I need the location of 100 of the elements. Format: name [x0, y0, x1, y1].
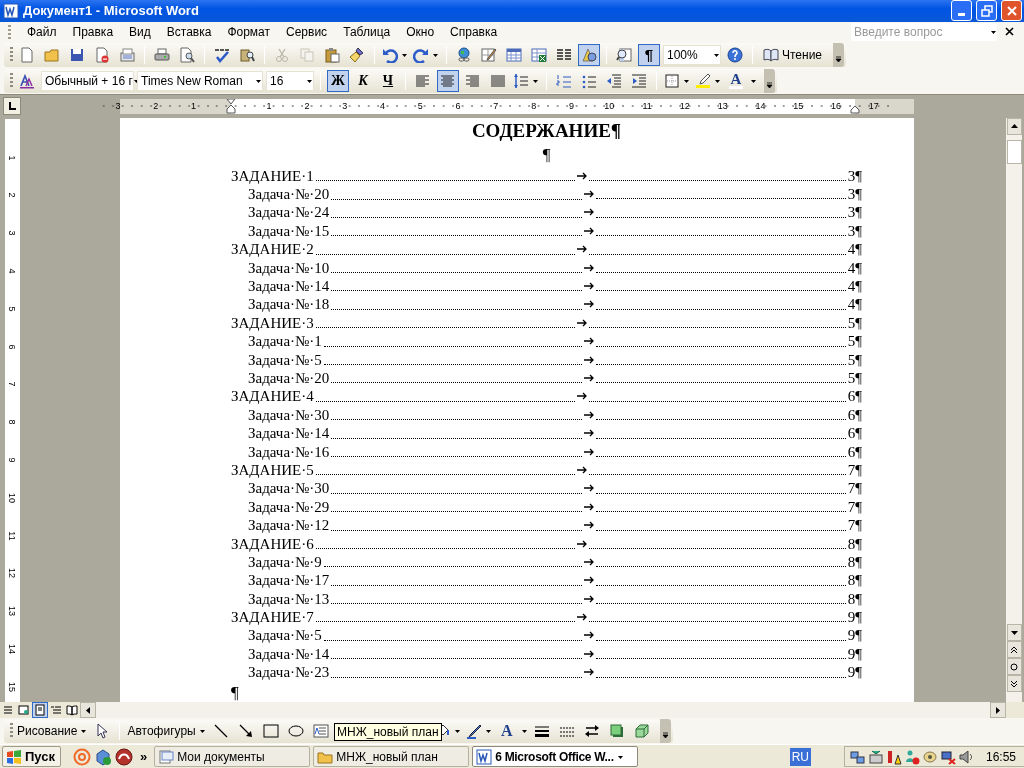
paragraph-mark: ¶: [542, 144, 551, 164]
page-number: 5¶: [847, 313, 862, 333]
page-number: 7¶: [847, 497, 862, 517]
ruler-number: 16: [830, 101, 843, 112]
underline-button[interactable]: Ч: [377, 69, 399, 92]
toc-entry[interactable]: ЗАДАНИЕ·2: [231, 240, 314, 259]
ruler-number: 3: [114, 101, 122, 112]
ruler-number: 5: [7, 306, 17, 312]
ruler-number: 11: [7, 530, 17, 541]
ruler-number: 12: [7, 568, 17, 579]
toc-entry[interactable]: ЗАДАНИЕ·7: [231, 608, 314, 627]
toc-entry[interactable]: ЗАДАНИЕ·5: [231, 460, 314, 480]
toc-entry[interactable]: Задача·№·12: [248, 516, 330, 535]
toc-entry[interactable]: ЗАДАНИЕ·3: [231, 313, 314, 333]
page-number: 6¶: [847, 387, 862, 406]
ruler-number: 5: [416, 101, 424, 112]
page-number: 9¶: [847, 663, 862, 682]
italic-button[interactable]: К: [352, 69, 374, 92]
toc-entry[interactable]: Задача·№·15: [248, 221, 330, 241]
page-number: 3¶: [847, 221, 862, 241]
menu-item[interactable]: Справка: [442, 22, 506, 41]
ruler-number: 9: [567, 101, 575, 112]
toc-entry[interactable]: Задача·№·20: [248, 185, 330, 204]
ruler-number: 2: [152, 101, 160, 112]
toc-entry[interactable]: Задача·№·14: [248, 277, 330, 296]
ruler-number: 10: [603, 101, 616, 112]
clock: 16:55: [985, 749, 1016, 764]
toc-entry[interactable]: ЗАДАНИЕ·4: [231, 387, 314, 406]
toc-entry[interactable]: Задача·№·30: [248, 479, 330, 498]
page-number: 4¶: [847, 295, 862, 314]
ruler-number: 3: [341, 101, 349, 112]
ruler-number: 7: [492, 101, 500, 112]
menu-item[interactable]: Сервис: [278, 22, 336, 41]
ruler-number: 9: [7, 457, 17, 463]
menu-item[interactable]: Таблица: [335, 22, 399, 41]
ruler-number: 1: [190, 101, 197, 112]
menu-item[interactable]: Правка: [64, 22, 122, 41]
toc-entry[interactable]: Задача·№·17: [248, 571, 330, 590]
ruler-number: 11: [641, 101, 653, 112]
start-button[interactable]: Пуск: [2, 746, 61, 768]
toc-entry[interactable]: ЗАДАНИЕ·6: [231, 534, 314, 553]
ruler-number: 4: [378, 101, 386, 112]
taskbar-button[interactable]: Мои документы: [154, 746, 311, 768]
ruler-number: 14: [7, 643, 17, 654]
more-button[interactable]: »: [140, 749, 148, 765]
ruler-number: 13: [716, 101, 729, 112]
menu-item[interactable]: Вид: [121, 22, 159, 41]
toc-entry[interactable]: Задача·№·29: [248, 497, 330, 517]
ruler-number: 12: [678, 101, 691, 112]
page-number: 4¶: [847, 277, 862, 296]
style-combo[interactable]: Обычный + 16 г: [41, 70, 134, 91]
toc-entry[interactable]: Задача·№·5: [248, 350, 322, 369]
page-number: 3¶: [847, 185, 862, 204]
page-number: 9¶: [847, 644, 862, 664]
toc-entry[interactable]: Задача·№·20: [248, 369, 330, 388]
autoshapes-menu[interactable]: Автофигуры: [126, 720, 207, 743]
page-number: 8¶: [847, 534, 862, 553]
ruler-number: 15: [792, 101, 805, 112]
formatting-marks-button[interactable]: ¶: [638, 43, 660, 66]
zoom-combo[interactable]: 100%: [663, 44, 721, 65]
toc-entry[interactable]: Задача·№·14: [248, 644, 330, 664]
menu-item[interactable]: Окно: [398, 22, 443, 41]
font-color-button[interactable]: A: [725, 69, 747, 92]
menu-item[interactable]: Файл: [19, 22, 65, 41]
ruler-number: 4: [7, 268, 17, 274]
toc-entry[interactable]: Задача·№·23: [248, 663, 330, 682]
drawing-menu[interactable]: Рисование: [16, 720, 89, 743]
taskbar-button[interactable]: 6 Microsoft Office W...: [472, 746, 639, 768]
ruler-number: 14: [754, 101, 767, 112]
page-number: 9¶: [847, 626, 862, 645]
bold-button[interactable]: Ж: [327, 69, 349, 92]
font-combo[interactable]: Times New Roman: [137, 70, 263, 91]
toc-entry[interactable]: Задача·№·1: [248, 332, 322, 351]
page-number: 6¶: [847, 405, 862, 425]
language-indicator[interactable]: RU: [789, 747, 811, 766]
menu-item[interactable]: Вставка: [158, 22, 220, 41]
page-number: 5¶: [847, 369, 862, 388]
toc-entry[interactable]: Задача·№·18: [248, 295, 330, 314]
ruler-number: 2: [7, 192, 17, 198]
toc-entry[interactable]: Задача·№·10: [248, 258, 330, 278]
font-color-button[interactable]: A: [495, 720, 518, 743]
page-number: 8¶: [847, 571, 862, 590]
toc-entry[interactable]: Задача·№·13: [248, 589, 330, 609]
font-size-combo[interactable]: 16: [266, 70, 314, 91]
page-number: 8¶: [847, 552, 862, 572]
ruler-number: 15: [7, 681, 17, 692]
page-number: 5¶: [847, 350, 862, 369]
toc-entry[interactable]: Задача·№·30: [248, 405, 330, 425]
toc-entry[interactable]: Задача·№·16: [248, 442, 330, 461]
ruler-number: 7: [7, 381, 17, 387]
toc-entry[interactable]: ЗАДАНИЕ·1: [231, 166, 314, 186]
reading-button[interactable]: Чтение: [759, 43, 827, 66]
toc-entry[interactable]: Задача·№·14: [248, 424, 330, 443]
tooltip: МНЖ_новый план: [334, 722, 442, 741]
taskbar-button[interactable]: МНЖ_новый план: [313, 746, 470, 768]
document-heading: СОДЕРЖАНИЕ¶: [470, 118, 623, 143]
toc-entry[interactable]: Задача·№·24: [248, 203, 330, 222]
menu-item[interactable]: Формат: [219, 22, 279, 41]
toc-entry[interactable]: Задача·№·5: [248, 626, 322, 645]
toc-entry[interactable]: Задача·№·9: [248, 552, 322, 572]
